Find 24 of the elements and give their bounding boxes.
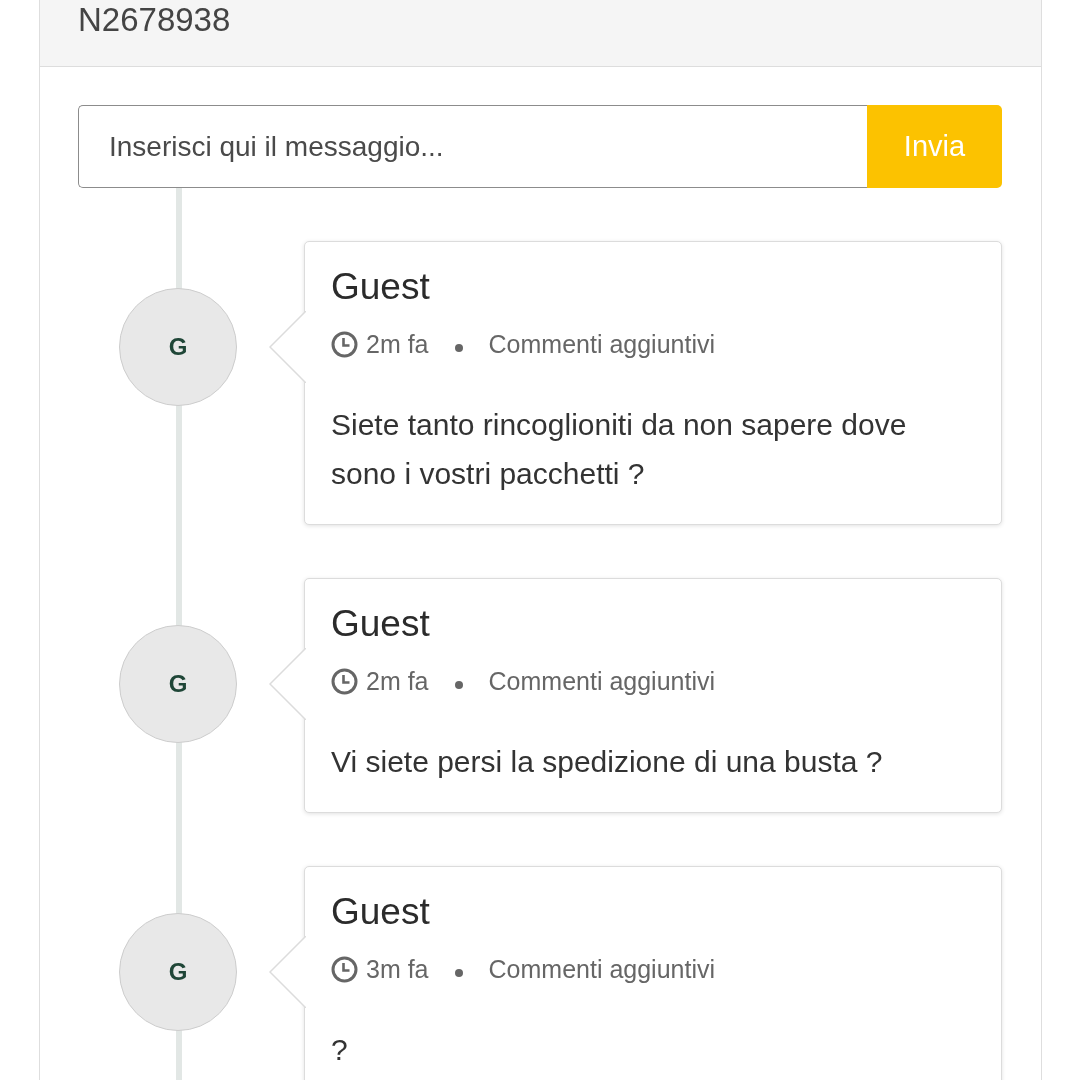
- author-name: Guest: [331, 265, 431, 309]
- comment-time: 3m fa: [366, 954, 429, 984]
- avatar: G: [119, 913, 237, 1031]
- separator-dot-icon: [454, 969, 463, 977]
- author-name: Guest: [331, 890, 431, 934]
- comment-text: Vi siete persi la spedizione di una busta ?: [331, 744, 884, 780]
- author-name: Guest: [331, 602, 431, 646]
- separator-dot-icon: [454, 681, 463, 689]
- comment-category: Commenti aggiuntivi: [488, 666, 716, 696]
- message-input[interactable]: Inserisci qui il messaggio...: [78, 105, 867, 188]
- comment-category: Commenti aggiuntivi: [488, 954, 716, 984]
- header-title: N2678938: [78, 0, 231, 40]
- send-button[interactable]: Invia: [867, 105, 1002, 188]
- comment-category: Commenti aggiuntivi: [488, 329, 716, 359]
- comment-text: ?: [331, 1032, 349, 1068]
- comment-text: Siete tanto rincoglioniti da non sapere dove sono i vostri pacchetti ?: [331, 407, 908, 492]
- clock-icon: [331, 955, 358, 983]
- clock-icon: [331, 667, 358, 695]
- avatar: G: [119, 288, 237, 406]
- clock-icon: [331, 330, 358, 358]
- avatar: G: [119, 625, 237, 743]
- separator-dot-icon: [454, 344, 463, 352]
- comment-time: 2m fa: [366, 329, 429, 359]
- comment-time: 2m fa: [366, 666, 429, 696]
